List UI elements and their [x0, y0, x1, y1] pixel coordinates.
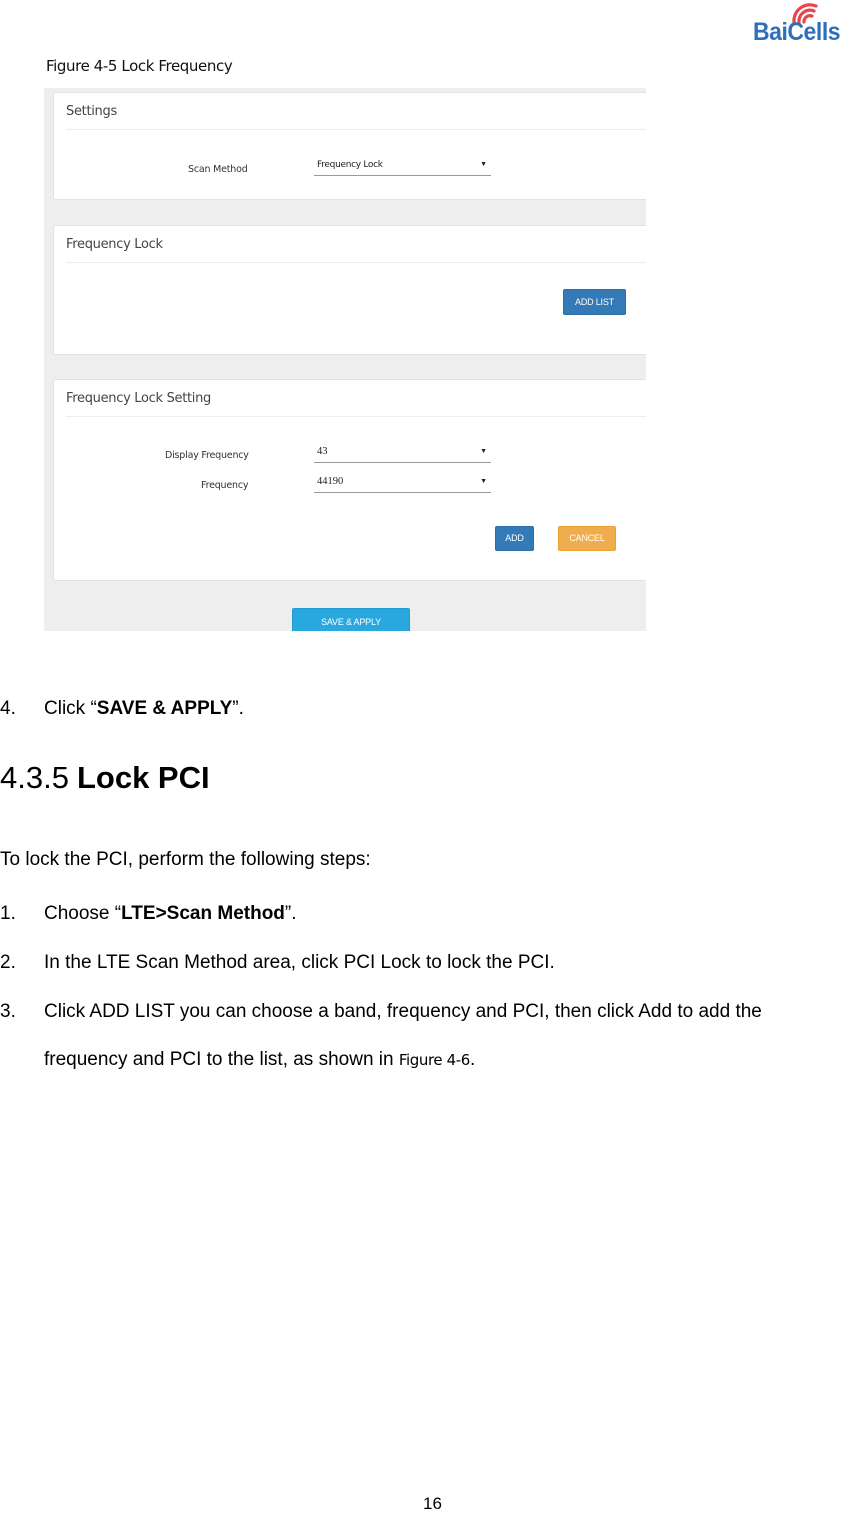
- display-frequency-label: Display Frequency: [165, 450, 249, 461]
- scan-method-value: Frequency Lock: [317, 160, 383, 170]
- step-4-bold: SAVE & APPLY: [96, 698, 233, 719]
- step-2-number: 2.: [0, 952, 16, 973]
- step-4-suffix: ”.: [232, 698, 244, 719]
- scan-method-label: Scan Method: [188, 164, 248, 175]
- step-1-number: 1.: [0, 903, 16, 924]
- add-button[interactable]: ADD: [495, 526, 534, 551]
- frequency-lock-setting-card-title: Frequency Lock Setting: [66, 391, 212, 406]
- frequency-lock-setting-card: Frequency Lock Setting Display Frequency…: [53, 379, 646, 581]
- step-3-end: .: [469, 1049, 476, 1070]
- step-4-text: Click “SAVE & APPLY”.: [44, 698, 244, 720]
- settings-card: Settings Scan Method Frequency Lock ▼: [53, 92, 646, 200]
- scan-method-select[interactable]: Frequency Lock ▼: [314, 159, 491, 176]
- section-number: 4.3.5: [0, 760, 69, 795]
- add-list-button[interactable]: ADD LIST: [563, 289, 626, 315]
- chevron-down-icon: ▼: [480, 161, 487, 168]
- logo-wordmark: BaiCells: [753, 18, 841, 46]
- cancel-button[interactable]: CANCEL: [558, 526, 616, 551]
- divider: [66, 262, 646, 263]
- divider: [66, 416, 646, 417]
- frequency-label: Frequency: [201, 480, 249, 491]
- step-1-prefix: Choose “: [44, 903, 122, 924]
- figure-4-6-reference[interactable]: Figure 4-6: [399, 1051, 470, 1069]
- step-1-text: Choose “LTE>Scan Method”.: [44, 903, 297, 925]
- settings-card-title: Settings: [66, 104, 117, 119]
- figure-caption: Figure 4-5 Lock Frequency: [46, 57, 233, 75]
- page-number: 16: [423, 1494, 442, 1513]
- lock-frequency-screenshot: Settings Scan Method Frequency Lock ▼ Fr…: [44, 88, 646, 631]
- display-frequency-select[interactable]: 43 ▼: [314, 446, 491, 463]
- frequency-select[interactable]: 44190 ▼: [314, 476, 491, 493]
- step-1-bold: LTE>Scan Method: [121, 903, 285, 924]
- divider: [66, 129, 646, 130]
- display-frequency-value: 43: [317, 446, 328, 457]
- frequency-value: 44190: [317, 476, 344, 487]
- save-and-apply-button[interactable]: SAVE & APPLY: [292, 608, 410, 631]
- step-2-text: In the LTE Scan Method area, click PCI L…: [44, 952, 555, 973]
- frequency-lock-card: Frequency Lock ADD LIST: [53, 225, 646, 355]
- step-3-line-2-text: frequency and PCI to the list, as shown …: [44, 1049, 399, 1070]
- section-title: Lock PCI: [76, 760, 210, 795]
- chevron-down-icon: ▼: [480, 478, 487, 485]
- step-3-line-1: Click ADD LIST you can choose a band, fr…: [44, 1001, 762, 1022]
- section-heading: 4.3.5 Lock PCI: [0, 760, 210, 796]
- step-3-line-2: frequency and PCI to the list, as shown …: [44, 1049, 475, 1071]
- step-4-prefix: Click “: [44, 698, 97, 719]
- chevron-down-icon: ▼: [480, 448, 487, 455]
- intro-text: To lock the PCI, perform the following s…: [0, 849, 371, 870]
- step-1-suffix: ”.: [284, 903, 297, 924]
- frequency-lock-card-title: Frequency Lock: [66, 237, 163, 252]
- step-4-number: 4.: [0, 698, 16, 719]
- step-3-number: 3.: [0, 1001, 16, 1022]
- baicells-logo: BaiCells: [752, 2, 860, 46]
